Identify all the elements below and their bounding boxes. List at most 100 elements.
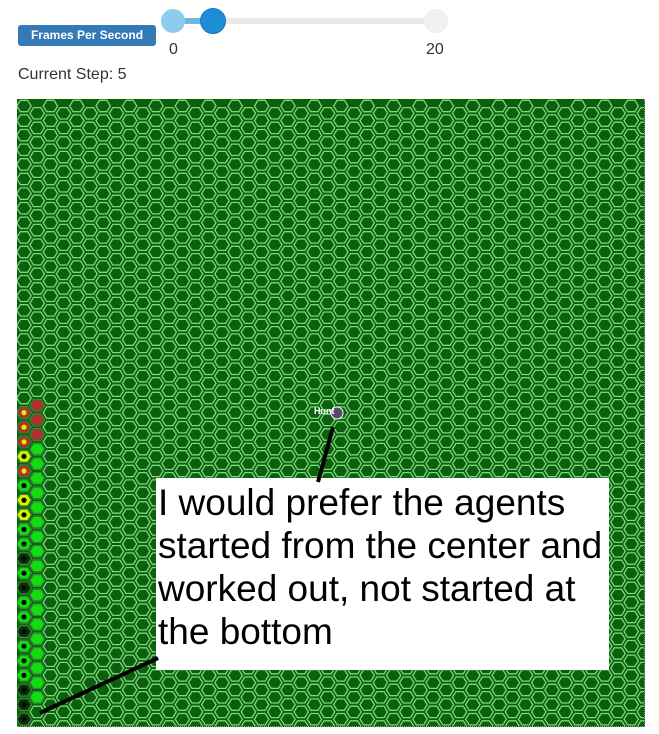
hex-cell <box>29 720 45 726</box>
hex-cell <box>451 209 468 222</box>
agent-cell[interactable] <box>29 515 45 529</box>
hex-cell <box>451 428 468 441</box>
agent-cell[interactable] <box>29 457 45 470</box>
hex-cell <box>214 121 230 135</box>
hex-cell <box>214 194 230 208</box>
agent-cell[interactable] <box>29 647 45 660</box>
hex-cell <box>319 121 336 135</box>
hex-cell <box>214 267 230 281</box>
hex-cell <box>332 347 349 361</box>
hex-cell <box>214 355 230 368</box>
hex-cell <box>478 384 494 398</box>
agent-cell[interactable] <box>29 428 45 441</box>
hex-cell <box>306 450 323 463</box>
hex-cell <box>372 355 389 368</box>
hex-cell <box>266 340 283 354</box>
hex-cell <box>95 114 112 127</box>
agent-cell[interactable] <box>29 545 45 558</box>
hex-cell <box>385 450 402 463</box>
hex-cell <box>200 362 217 376</box>
hex-cell <box>359 377 376 390</box>
hex-cell <box>504 457 521 471</box>
agent-dot <box>21 556 27 562</box>
hex-cell <box>398 194 415 208</box>
hex-cell <box>108 252 125 266</box>
hex-cell <box>544 683 560 697</box>
hex-cell <box>82 530 98 544</box>
hex-cell <box>583 282 600 295</box>
agent-cell[interactable] <box>29 530 45 543</box>
hex-cell <box>121 610 138 624</box>
hex-cell <box>68 406 85 419</box>
hex-cell <box>596 114 613 127</box>
hex-cell <box>148 377 164 390</box>
hex-cell <box>438 231 455 244</box>
agent-cell[interactable] <box>29 574 45 587</box>
hex-cell <box>544 333 560 346</box>
hex-cell <box>108 676 125 690</box>
hex-cell <box>372 398 389 412</box>
hex-cell <box>200 683 217 697</box>
agent-cell[interactable] <box>29 559 45 573</box>
hex-cell <box>623 99 640 113</box>
agent-cell[interactable] <box>29 472 45 485</box>
hex-cell <box>451 720 468 726</box>
agent-cell[interactable] <box>29 588 45 602</box>
hex-cell <box>570 683 587 697</box>
hex-cell <box>240 311 257 325</box>
agent-cell[interactable] <box>29 691 45 704</box>
fps-slider[interactable] <box>160 8 455 36</box>
hex-cell <box>570 216 587 230</box>
hex-cell <box>161 325 178 339</box>
hex-cell <box>55 325 72 339</box>
hex-cell <box>134 296 151 310</box>
hex-cell <box>385 406 402 419</box>
hex-cell <box>17 260 32 273</box>
hex-cell <box>412 347 428 361</box>
hex-cell <box>438 260 455 273</box>
hex-cell <box>557 136 574 149</box>
agent-cell[interactable] <box>29 442 45 456</box>
hex-cell <box>412 377 428 390</box>
hex-cell <box>530 325 547 339</box>
agent-cell[interactable] <box>29 399 45 412</box>
slider-end-handle[interactable] <box>424 9 448 33</box>
hex-cell <box>557 223 574 237</box>
agent-cell[interactable] <box>29 603 45 616</box>
slider-start-handle[interactable] <box>161 9 185 33</box>
hex-cell <box>438 420 455 434</box>
hex-cell <box>95 362 112 376</box>
agent-dot <box>21 570 27 576</box>
hex-cell <box>623 333 640 346</box>
hex-cell <box>610 355 626 368</box>
hex-cell <box>82 209 98 222</box>
agent-cell[interactable] <box>29 676 45 689</box>
hex-cell <box>583 457 600 471</box>
hex-cell <box>108 705 125 719</box>
hex-cell <box>346 209 362 222</box>
agent-cell[interactable] <box>29 501 45 514</box>
hex-cell <box>240 209 257 222</box>
hex-cell <box>372 676 389 690</box>
agent-cell[interactable] <box>29 486 45 500</box>
hex-cell <box>610 369 626 383</box>
agent-cell[interactable] <box>29 632 45 646</box>
hex-cell <box>121 493 138 507</box>
hex-cell <box>253 245 270 259</box>
agent-cell[interactable] <box>29 661 45 675</box>
hex-cell <box>491 187 508 200</box>
hex-cell <box>293 413 310 427</box>
hex-cell <box>293 136 310 149</box>
hex-cell <box>385 304 402 317</box>
hex-cell <box>306 187 323 200</box>
slider-handle[interactable] <box>200 8 226 34</box>
hex-cell <box>121 435 138 449</box>
hex-cell <box>636 676 644 690</box>
hex-cell <box>319 165 336 179</box>
hex-cell <box>280 187 296 200</box>
hex-cell <box>187 223 204 237</box>
hex-cell <box>623 581 640 595</box>
agent-cell[interactable] <box>29 413 45 427</box>
agent-cell[interactable] <box>29 618 45 631</box>
hex-cell <box>82 501 98 514</box>
